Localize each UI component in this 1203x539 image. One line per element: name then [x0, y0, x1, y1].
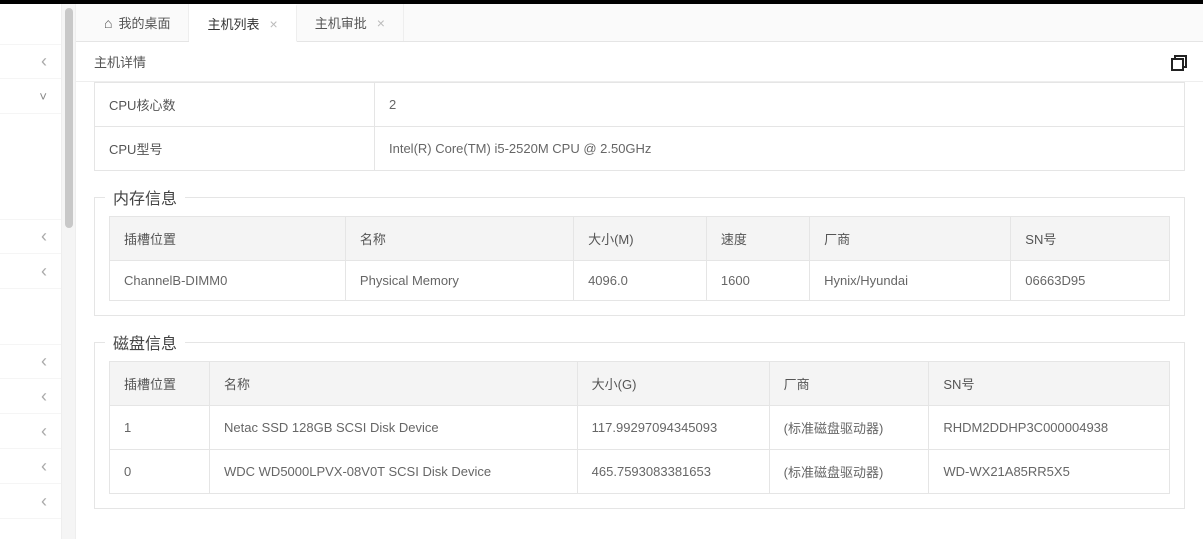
sidebar-collapse-6[interactable] — [0, 414, 61, 449]
home-icon — [104, 15, 112, 31]
cell-name: Netac SSD 128GB SCSI Disk Device — [210, 406, 578, 450]
tab-home[interactable]: 我的桌面 — [86, 4, 189, 41]
th-vendor: 厂商 — [810, 217, 1011, 261]
sidebar-collapse-4[interactable] — [0, 344, 61, 379]
disk-section: 磁盘信息 插槽位置 名称 大小(G) 厂商 SN号 — [94, 342, 1185, 509]
chevron-left-icon — [41, 456, 47, 477]
memory-section: 内存信息 插槽位置 名称 大小(M) 速度 厂商 SN号 — [94, 197, 1185, 316]
disk-title: 磁盘信息 — [105, 330, 185, 354]
cell-size: 4096.0 — [574, 261, 707, 301]
chevron-left-icon — [41, 386, 47, 407]
table-row: ChannelB-DIMM0 Physical Memory 4096.0 16… — [110, 261, 1170, 301]
page-title: 主机详情 — [94, 52, 146, 71]
tab-label: 我的桌面 — [118, 13, 170, 32]
maximize-icon[interactable] — [1171, 55, 1185, 69]
table-row: CPU型号 Intel(R) Core(TM) i5-2520M CPU @ 2… — [95, 127, 1185, 171]
cell-sn: WD-WX21A85RR5X5 — [929, 450, 1170, 494]
cell-name: Physical Memory — [345, 261, 573, 301]
cpu-model-label: CPU型号 — [95, 127, 375, 171]
cpu-cores-label: CPU核心数 — [95, 83, 375, 127]
scrollbar-thumb[interactable] — [65, 8, 73, 228]
memory-table: 插槽位置 名称 大小(M) 速度 厂商 SN号 ChannelB-DIMM0 — [109, 216, 1170, 301]
table-header-row: 插槽位置 名称 大小(G) 厂商 SN号 — [110, 362, 1170, 406]
chevron-left-icon — [41, 421, 47, 442]
table-row: 1 Netac SSD 128GB SCSI Disk Device 117.9… — [110, 406, 1170, 450]
sidebar-collapse-1[interactable] — [0, 44, 61, 79]
cell-vendor: (标准磁盘驱动器) — [769, 406, 929, 450]
scrollbar[interactable] — [62, 4, 76, 539]
sidebar-expand-1[interactable] — [0, 79, 61, 114]
cpu-info-table: CPU核心数 2 CPU型号 Intel(R) Core(TM) i5-2520… — [94, 82, 1185, 171]
sidebar-collapse-3[interactable] — [0, 254, 61, 289]
tab-bar: 我的桌面 主机列表 × 主机审批 × — [76, 4, 1203, 42]
cell-sn: 06663D95 — [1011, 261, 1170, 301]
tab-label: 主机列表 — [207, 14, 259, 33]
cell-vendor: (标准磁盘驱动器) — [769, 450, 929, 494]
disk-table: 插槽位置 名称 大小(G) 厂商 SN号 1 Netac SSD 128GB S… — [109, 361, 1170, 494]
cell-vendor: Hynix/Hyundai — [810, 261, 1011, 301]
chevron-left-icon — [41, 51, 47, 72]
cell-slot: ChannelB-DIMM0 — [110, 261, 346, 301]
cell-size: 465.7593083381653 — [577, 450, 769, 494]
sidebar-collapse-5[interactable] — [0, 379, 61, 414]
cell-sn: RHDM2DDHP3C000004938 — [929, 406, 1170, 450]
th-size: 大小(G) — [577, 362, 769, 406]
th-slot: 插槽位置 — [110, 362, 210, 406]
cell-name: WDC WD5000LPVX-08V0T SCSI Disk Device — [210, 450, 578, 494]
subheader: 主机详情 — [76, 42, 1203, 82]
chevron-left-icon — [41, 491, 47, 512]
content: CPU核心数 2 CPU型号 Intel(R) Core(TM) i5-2520… — [76, 82, 1203, 519]
table-header-row: 插槽位置 名称 大小(M) 速度 厂商 SN号 — [110, 217, 1170, 261]
table-row: 0 WDC WD5000LPVX-08V0T SCSI Disk Device … — [110, 450, 1170, 494]
chevron-left-icon — [41, 351, 47, 372]
cell-slot: 1 — [110, 406, 210, 450]
sidebar-collapse-2[interactable] — [0, 219, 61, 254]
th-name: 名称 — [345, 217, 573, 261]
tab-hostlist[interactable]: 主机列表 × — [189, 4, 296, 42]
tab-label: 主机审批 — [315, 13, 367, 32]
th-vendor: 厂商 — [769, 362, 929, 406]
chevron-left-icon — [41, 261, 47, 282]
th-sn: SN号 — [929, 362, 1170, 406]
th-slot: 插槽位置 — [110, 217, 346, 261]
sidebar — [0, 4, 62, 539]
tab-hostapproval[interactable]: 主机审批 × — [297, 4, 404, 41]
cell-speed: 1600 — [706, 261, 809, 301]
cell-size: 117.99297094345093 — [577, 406, 769, 450]
memory-title: 内存信息 — [105, 185, 185, 209]
cpu-cores-value: 2 — [375, 83, 1185, 127]
th-name: 名称 — [210, 362, 578, 406]
th-size: 大小(M) — [574, 217, 707, 261]
sidebar-collapse-8[interactable] — [0, 484, 61, 519]
cell-slot: 0 — [110, 450, 210, 494]
close-icon[interactable]: × — [377, 15, 385, 31]
cpu-model-value: Intel(R) Core(TM) i5-2520M CPU @ 2.50GHz — [375, 127, 1185, 171]
close-icon[interactable]: × — [270, 16, 278, 32]
table-row: CPU核心数 2 — [95, 83, 1185, 127]
chevron-down-icon — [39, 89, 47, 104]
th-sn: SN号 — [1011, 217, 1170, 261]
sidebar-collapse-7[interactable] — [0, 449, 61, 484]
chevron-left-icon — [41, 226, 47, 247]
th-speed: 速度 — [706, 217, 809, 261]
